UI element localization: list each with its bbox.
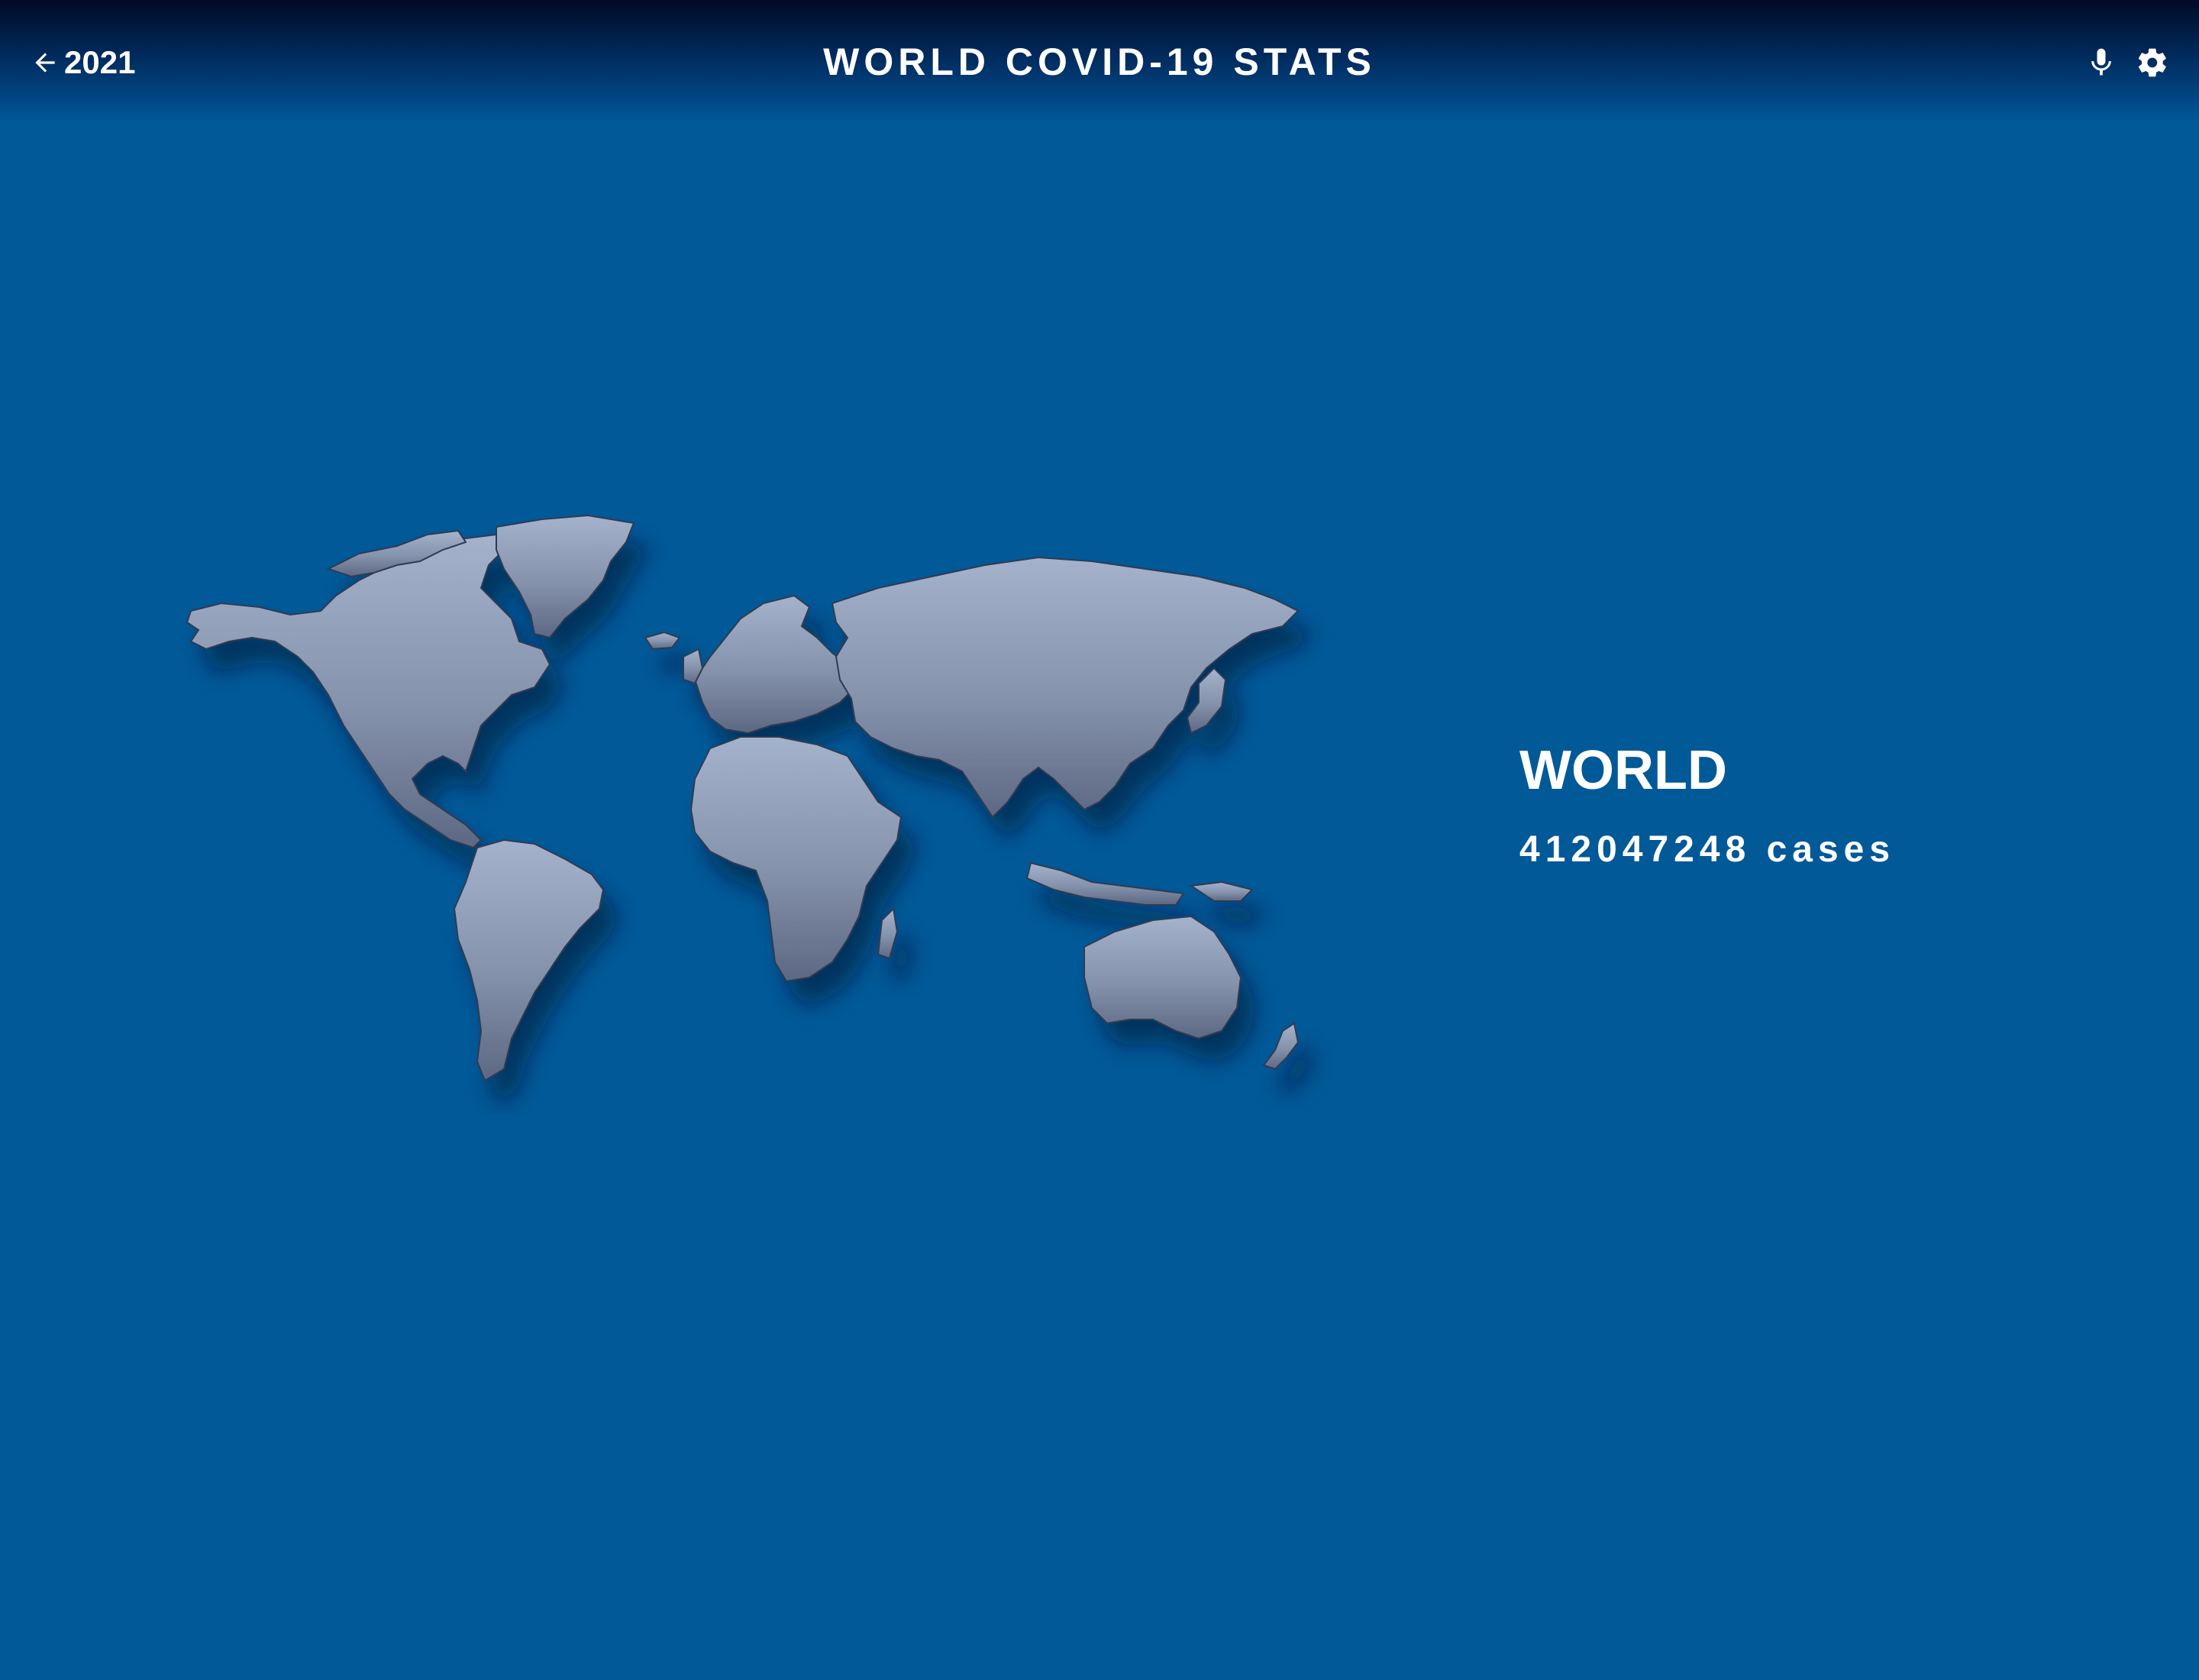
selected-region-name: WORLD [1519, 740, 1727, 801]
asia[interactable] [831, 556, 1300, 819]
australia[interactable] [1083, 915, 1242, 1040]
header-bar: 2021 WORLD COVID-19 STATS [0, 0, 2199, 122]
new-guinea[interactable] [1189, 880, 1254, 902]
madagascar[interactable] [877, 906, 899, 960]
world-map[interactable] [176, 504, 1351, 1115]
north-america[interactable] [186, 533, 551, 849]
africa[interactable] [689, 736, 903, 983]
microphone-icon[interactable] [2084, 46, 2118, 79]
south-america[interactable] [453, 838, 605, 1082]
page-title: WORLD COVID-19 STATS [823, 40, 1376, 83]
new-zealand[interactable] [1262, 1022, 1300, 1071]
greenland[interactable] [496, 514, 635, 639]
gear-icon[interactable] [2136, 46, 2169, 79]
app-screen: 2021 WORLD COVID-19 STATS WORLD 41204724… [0, 0, 2199, 1680]
iceland[interactable] [644, 631, 681, 651]
europe[interactable] [693, 594, 857, 735]
indonesia[interactable] [1025, 861, 1185, 906]
selected-region-cases: 412047248 cases [1519, 829, 1896, 870]
